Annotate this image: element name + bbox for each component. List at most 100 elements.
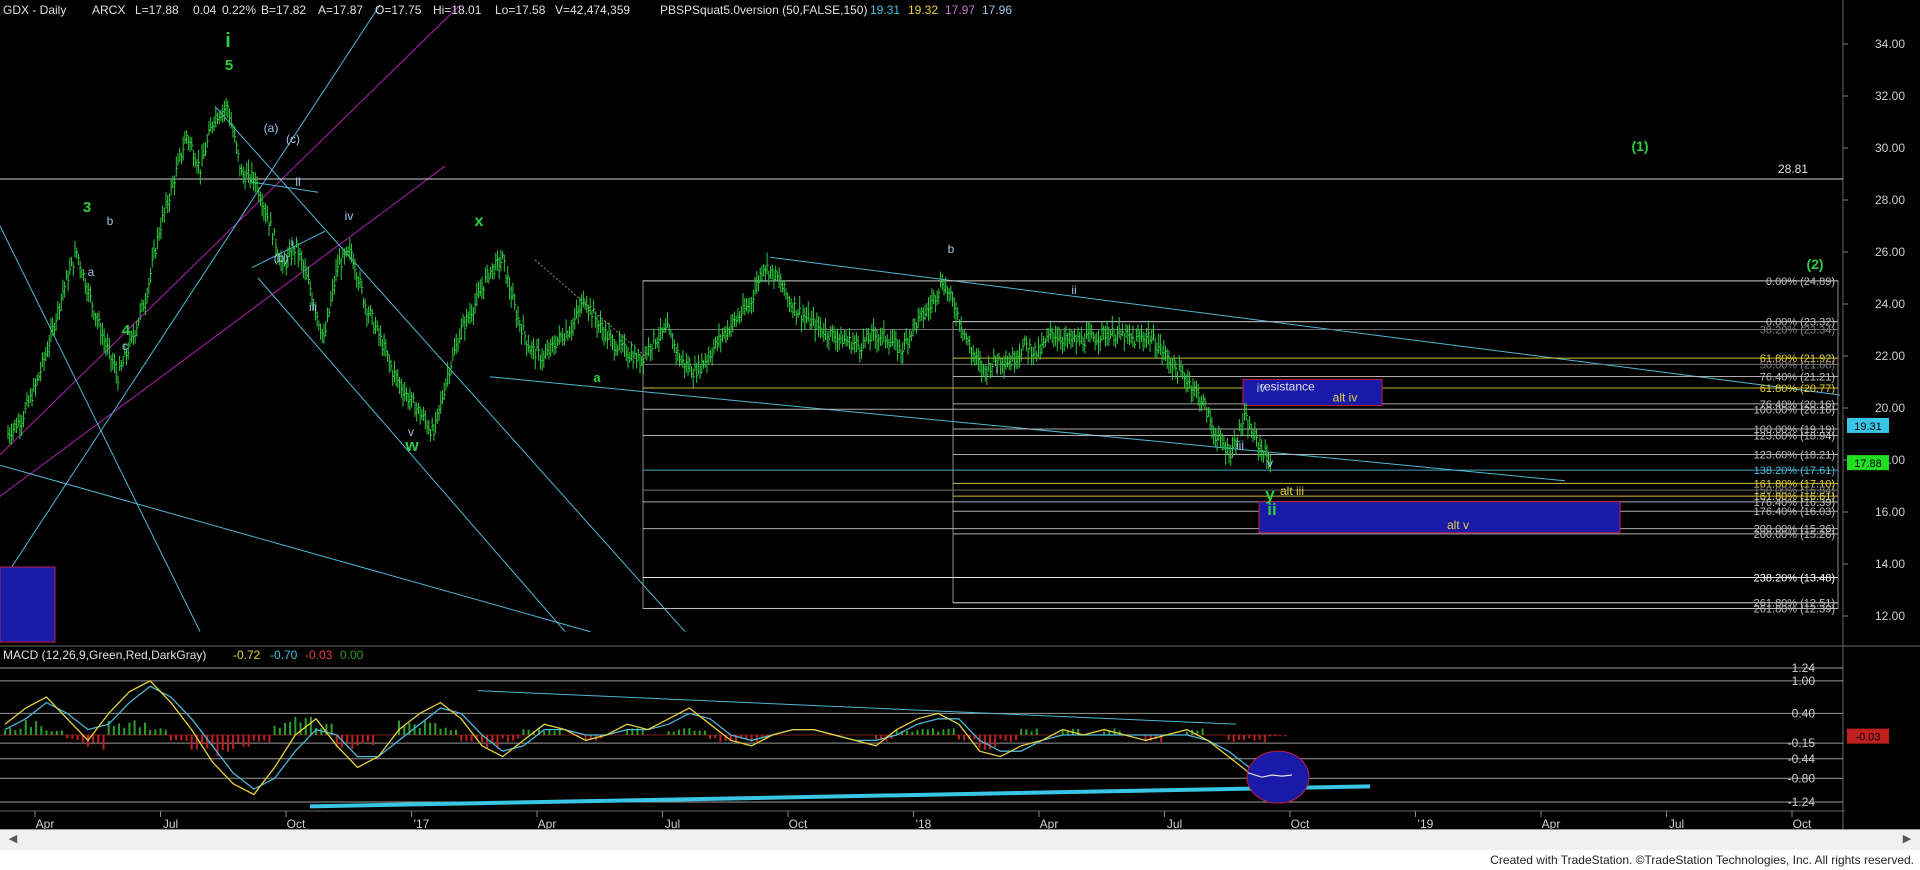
low-value: Lo=17.58	[495, 3, 546, 17]
indicator-value-3: 17.97	[945, 3, 975, 17]
change-pct: 0.22%	[222, 3, 256, 17]
wave-label-green: (1)	[1631, 138, 1648, 154]
wave-label-blue: i	[996, 362, 999, 376]
macd-value-4: 0.00	[340, 648, 364, 662]
macd-tick-label: -0.15	[1788, 736, 1816, 750]
time-tick-label: Jul	[1669, 817, 1684, 829]
time-tick-label: Oct	[789, 817, 808, 829]
price-tick-label: 24.00	[1875, 297, 1905, 311]
price-tick-label: 16.00	[1875, 505, 1905, 519]
wave-label-blue: (a)	[264, 121, 279, 135]
time-tick-label: Oct	[1291, 817, 1310, 829]
indicator-value-4: 17.96	[982, 3, 1012, 17]
wave-label-blue: (c)	[286, 132, 300, 146]
fib-level-label: 176.40% (16.03)	[1754, 506, 1835, 518]
bid-value: B=17.82	[261, 3, 306, 17]
wave-label-blue: iv	[1257, 381, 1266, 395]
footer-credit: Created with TradeStation. ©TradeStation…	[1490, 853, 1914, 867]
exchange-label: ARCX	[92, 3, 125, 17]
time-tick-label: Apr	[36, 817, 55, 829]
macd-highlight-ellipse	[1246, 750, 1310, 804]
fib-level-label: 50.00% (21.68)	[1760, 359, 1835, 371]
last-price: L=17.88	[135, 3, 179, 17]
wave-label-blue: a	[88, 265, 95, 279]
wave-label-green: x	[475, 213, 484, 230]
chart-svg: 34.00 32.00 3 0.00 28.00 26.00 24.00 22.00 20.00…	[0, 0, 1920, 831]
alt-iv-label: alt iv	[1333, 390, 1358, 404]
wave-label-blue: iii	[309, 300, 317, 314]
wave-label-blue: (b)	[274, 251, 289, 265]
indicator-value-1: 19.31	[870, 3, 900, 17]
indicator-value-2: 19.32	[908, 3, 938, 17]
fib-level-label: 38.20% (23.34)	[1760, 324, 1835, 336]
fib-level-label: 238.20% (13.48)	[1754, 573, 1835, 585]
ask-value: A=17.87	[318, 3, 363, 17]
fib-level-label: 261.80% (12.39)	[1754, 603, 1835, 615]
indicator-name: PBSPSquat5.0version (50,FALSE,150)	[660, 3, 867, 17]
chart-root: 34.00 32.00 3 0.00 28.00 26.00 24.00 22.00 20.00…	[0, 0, 1920, 870]
wave-label-green: a	[593, 370, 601, 385]
fib-level-label: 61.80% (20.77)	[1760, 383, 1835, 395]
wave-label-green: 5	[225, 57, 233, 74]
wave-label-green: ii	[1267, 500, 1276, 519]
time-tick-label: '19	[1418, 817, 1434, 829]
alt-v-label: alt v	[1447, 518, 1469, 532]
price-tick-label: 22.00	[1875, 349, 1905, 363]
macd-value-1: -0.72	[233, 648, 261, 662]
wave-label-blue: ii	[295, 175, 300, 189]
fib-level-label: 0.00% (24.89)	[1766, 276, 1835, 288]
price-tick-label: 28.00	[1875, 193, 1905, 207]
high-value: Hi=18.01	[433, 3, 482, 17]
macd-value-tag-label: -0.03	[1855, 732, 1880, 744]
macd-tick-label: 1.00	[1792, 674, 1816, 688]
price-tick-label: 20.00	[1875, 401, 1905, 415]
wave-label-blue: i	[291, 235, 294, 249]
wave-label-green: 3	[83, 199, 91, 216]
fib-level-label: 100.00% (20.16)	[1754, 404, 1835, 416]
time-tick-label: Oct	[1793, 817, 1812, 829]
price-tag-label: 19.31	[1854, 421, 1882, 433]
macd-tick-label: 1.24	[1792, 661, 1816, 675]
macd-tick-label: -0.80	[1788, 771, 1816, 785]
wave-label-blue: v	[408, 425, 414, 439]
target-box	[1258, 501, 1621, 534]
fib-level-label: 123.60% (18.94)	[1754, 431, 1835, 443]
macd-title: MACD (12,26,9,Green,Red,DarkGray)	[3, 648, 206, 662]
wave-label-blue: ii	[1071, 283, 1076, 297]
wave-label-blue: v	[1267, 456, 1273, 470]
fib-level-label: 123.60% (18.21)	[1754, 450, 1835, 462]
macd-tick-label: -1.24	[1788, 795, 1816, 809]
wave-label-blue: iv	[345, 209, 354, 223]
time-tick-label: Apr	[1542, 817, 1561, 829]
time-tick-label: Jul	[1167, 817, 1182, 829]
scroll-left-icon[interactable]: ◀	[6, 832, 20, 846]
price-tick-label: 32.00	[1875, 89, 1905, 103]
legacy-box	[0, 566, 56, 643]
time-tick-label: Jul	[665, 817, 680, 829]
hline-28-81-label: 28.81	[1778, 162, 1808, 176]
price-tick-label: 26.00	[1875, 245, 1905, 259]
symbol-title: GDX - Daily	[3, 3, 66, 17]
time-tick-label: Apr	[1040, 817, 1059, 829]
wave-label-blue: c	[122, 339, 128, 353]
macd-value-2: -0.70	[270, 648, 298, 662]
fib-level-label: 138.20% (17.61)	[1754, 465, 1835, 477]
scroll-right-icon[interactable]: ▶	[1900, 832, 1914, 846]
wave-label-green: i	[225, 30, 231, 52]
wave-label-green: 4	[122, 322, 131, 339]
price-tick-label: 34.00	[1875, 37, 1905, 51]
time-tick-label: Apr	[538, 817, 557, 829]
horizontal-scrollbar[interactable]: ◀ ▶	[0, 829, 1920, 850]
change-value: 0.04	[193, 3, 217, 17]
time-tick-label: '17	[414, 817, 430, 829]
open-value: O=17.75	[375, 3, 422, 17]
fib-level-label: 200.00% (15.26)	[1754, 529, 1835, 541]
macd-tick-label: 0.40	[1792, 706, 1816, 720]
alt-iii-label: alt iii	[1280, 484, 1304, 498]
fib-level-label: 76.40% (21.21)	[1760, 372, 1835, 384]
macd-tick-label: -0.44	[1788, 752, 1816, 766]
footer: Created with TradeStation. ©TradeStation…	[0, 850, 1920, 870]
price-tick-label: 14.00	[1875, 557, 1905, 571]
wave-label-blue: b	[948, 242, 955, 256]
price-tag-label: 17.88	[1854, 458, 1882, 470]
